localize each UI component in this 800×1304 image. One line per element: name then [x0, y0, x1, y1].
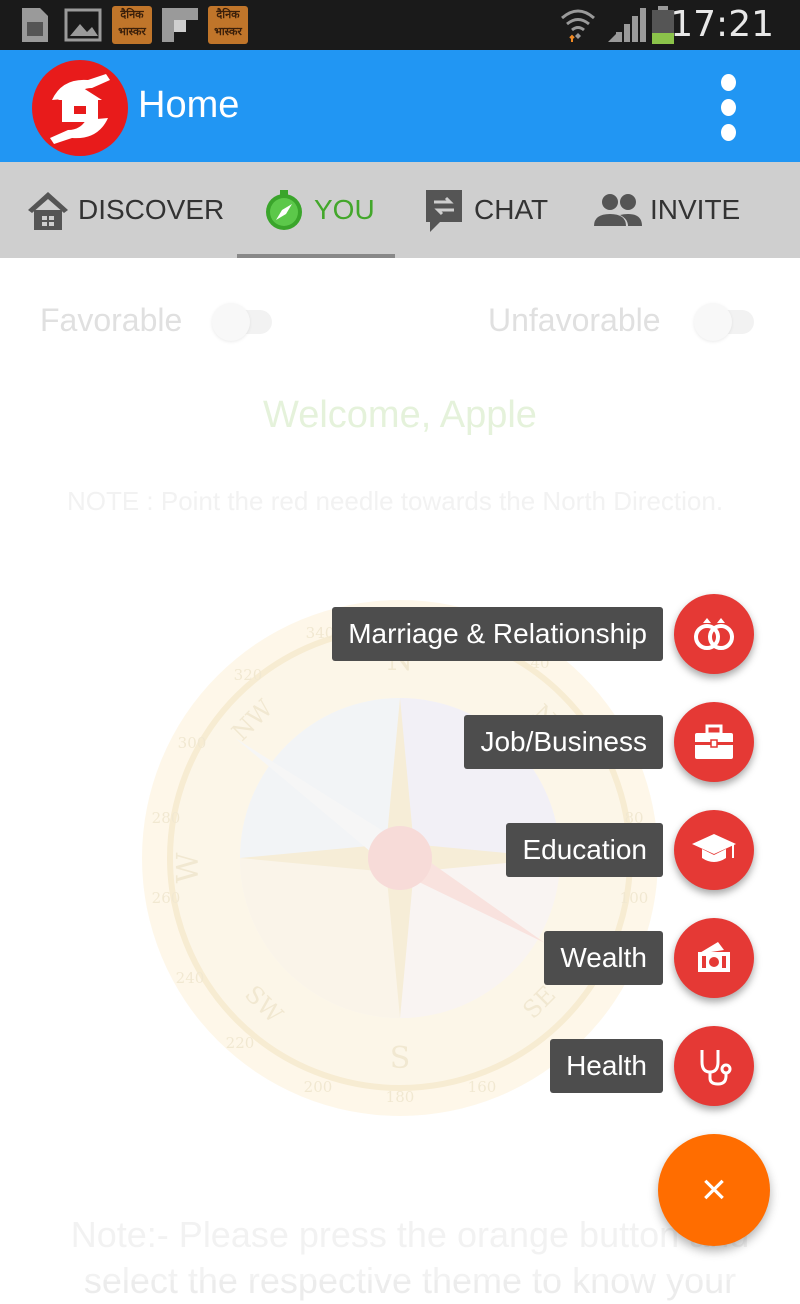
people-icon	[594, 194, 642, 226]
sim-icon	[22, 8, 48, 42]
tab-label: CHAT	[474, 194, 549, 225]
health-label[interactable]: Health	[550, 1039, 663, 1093]
tab-bar: DISCOVER YOU CHAT INVITE	[0, 162, 800, 258]
wealth-button[interactable]	[674, 918, 754, 998]
money-icon	[698, 942, 730, 972]
status-bar: दैनिक भास्कर दैनिक भास्कर 17:21	[0, 0, 800, 50]
tab-label: YOU	[314, 194, 375, 225]
gallery-icon	[64, 8, 102, 42]
health-button[interactable]	[674, 1026, 754, 1106]
tab-discover[interactable]: DISCOVER	[26, 162, 224, 258]
wealth-label[interactable]: Wealth	[544, 931, 663, 985]
education-label[interactable]: Education	[506, 823, 663, 877]
job-business-button[interactable]	[674, 702, 754, 782]
tab-you[interactable]: YOU	[262, 162, 375, 258]
home-icon	[28, 192, 68, 230]
chat-icon	[426, 190, 462, 232]
house-hands-icon	[50, 74, 110, 144]
page-title: Home	[138, 84, 240, 126]
briefcase-icon	[695, 724, 733, 759]
job-business-label[interactable]: Job/Business	[464, 715, 663, 769]
wifi-icon	[561, 9, 595, 42]
marriage-relationship-button[interactable]	[674, 594, 754, 674]
education-button[interactable]	[674, 810, 754, 890]
rings-icon	[694, 618, 734, 650]
more-vert-icon[interactable]	[706, 66, 750, 148]
close-icon: ×	[701, 1165, 727, 1214]
tab-label: DISCOVER	[78, 194, 225, 225]
app-logo	[32, 60, 128, 156]
stethoscope-icon	[700, 1050, 732, 1086]
compass-icon	[266, 190, 302, 230]
tab-label: INVITE	[650, 194, 741, 225]
clock: 17:21	[670, 4, 774, 45]
overlay-scrim[interactable]	[0, 258, 800, 1280]
graduation-cap-icon	[692, 834, 736, 862]
dainik-bhaskar-icon: दैनिक भास्कर	[208, 6, 248, 44]
marriage-relationship-label[interactable]: Marriage & Relationship	[332, 607, 663, 661]
signal-icon	[608, 8, 646, 42]
close-speed-dial-button[interactable]: ×	[658, 1134, 770, 1246]
tab-invite[interactable]: INVITE	[594, 162, 740, 258]
flipboard-icon	[162, 8, 198, 42]
dainik-bhaskar-icon: दैनिक भास्कर	[112, 6, 152, 44]
app-bar: Home	[0, 50, 800, 162]
tab-chat[interactable]: CHAT	[422, 162, 548, 258]
